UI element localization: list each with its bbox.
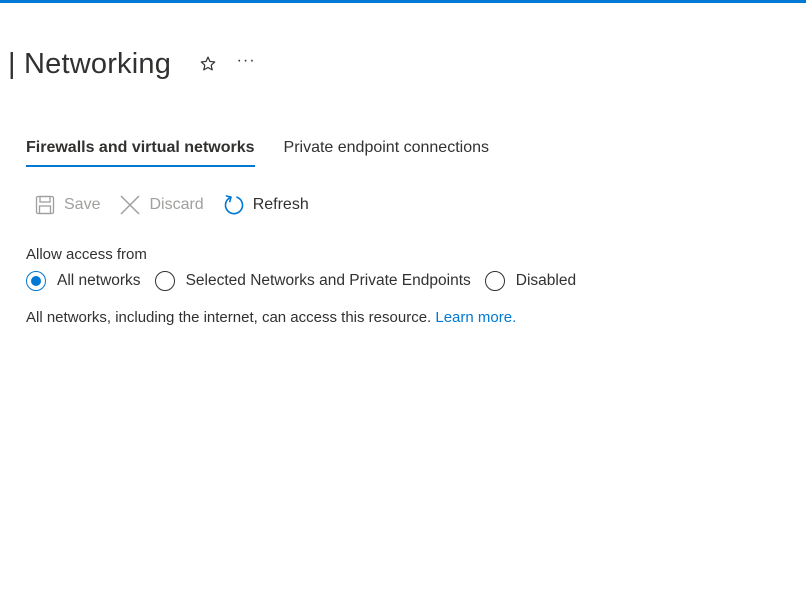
radio-label-disabled: Disabled bbox=[515, 272, 577, 289]
radio-disabled[interactable]: Disabled bbox=[484, 271, 577, 291]
discard-label: Discard bbox=[149, 196, 204, 213]
refresh-button[interactable]: Refresh bbox=[222, 193, 309, 217]
page-header: | Networking ··· bbox=[8, 46, 259, 82]
tab-private-endpoint-connections[interactable]: Private endpoint connections bbox=[284, 136, 489, 167]
command-bar: Save Discard Refresh bbox=[33, 192, 309, 218]
favorite-button[interactable] bbox=[195, 51, 221, 77]
tab-bar: Firewalls and virtual networks Private e… bbox=[26, 136, 489, 167]
page-title: | Networking bbox=[8, 47, 172, 80]
refresh-label: Refresh bbox=[252, 196, 309, 213]
save-button[interactable]: Save bbox=[33, 193, 100, 217]
radio-label-selected-networks: Selected Networks and Private Endpoints bbox=[185, 272, 471, 289]
learn-more-link[interactable]: Learn more. bbox=[435, 309, 516, 326]
save-icon bbox=[33, 193, 57, 217]
close-icon bbox=[118, 193, 142, 217]
access-info-message: All networks, including the internet, ca… bbox=[26, 309, 432, 326]
top-accent-bar bbox=[0, 0, 806, 3]
tab-firewalls-and-virtual-networks[interactable]: Firewalls and virtual networks bbox=[26, 136, 255, 167]
radio-all-networks[interactable]: All networks bbox=[26, 271, 141, 291]
radio-selected-networks[interactable]: Selected Networks and Private Endpoints bbox=[154, 271, 471, 291]
radio-button-checked[interactable] bbox=[26, 271, 46, 291]
radio-dot bbox=[31, 276, 41, 286]
save-label: Save bbox=[64, 196, 101, 213]
access-info-text: All networks, including the internet, ca… bbox=[26, 309, 516, 326]
allow-access-radio-group: All networks Selected Networks and Priva… bbox=[26, 269, 590, 293]
radio-button-unchecked[interactable] bbox=[484, 271, 505, 291]
radio-button-unchecked[interactable] bbox=[154, 271, 175, 291]
more-options-button[interactable]: ··· bbox=[233, 48, 259, 80]
radio-label-all-networks: All networks bbox=[57, 272, 141, 289]
refresh-icon bbox=[222, 193, 246, 217]
allow-access-label: Allow access from bbox=[26, 246, 147, 263]
ellipsis-icon: ··· bbox=[236, 52, 256, 69]
discard-button[interactable]: Discard bbox=[118, 193, 204, 217]
star-outline-icon bbox=[200, 56, 216, 71]
